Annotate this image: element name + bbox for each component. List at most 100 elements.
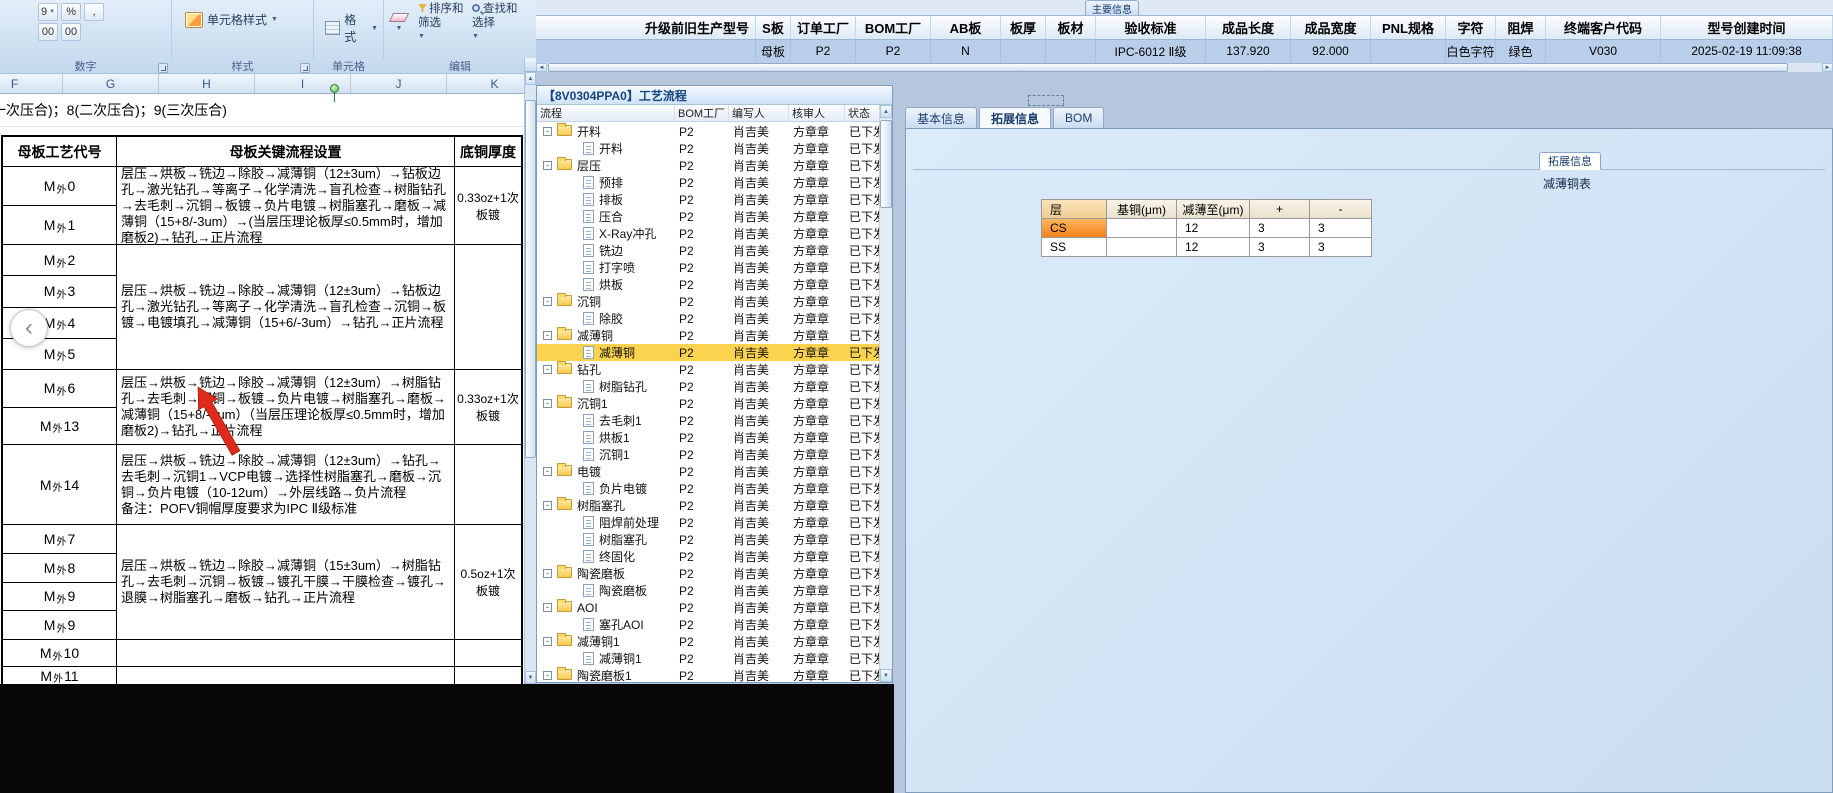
tree-row[interactable]: 阻焊前处理 P2 肖吉美 方章章 已下发 [537,514,879,531]
process-code-cell[interactable]: M外9 [3,611,116,639]
format-button[interactable]: 格式 ▼ [320,8,383,48]
thin-table-cell[interactable]: CS [1042,219,1107,238]
tree-row[interactable]: 烘板1 P2 肖吉美 方章章 已下发 [537,429,879,446]
process-code-cell[interactable]: M外6 [3,370,116,408]
excel-vertical-scrollbar[interactable]: ▲ ▼ [524,58,536,684]
tree-row[interactable]: 树脂塞孔 P2 肖吉美 方章章 已下发 [537,531,879,548]
percent-style-button[interactable]: % [61,3,82,21]
tree-row[interactable]: 预排 P2 肖吉美 方章章 已下发 [537,174,879,191]
shape-rotation-handle[interactable] [330,84,339,93]
thin-table-cell[interactable]: 3 [1310,219,1372,238]
scroll-up-icon[interactable]: ▲ [525,72,536,85]
hscrollbar-thumb[interactable] [548,63,1788,72]
thin-table-cell[interactable]: 12 [1177,219,1250,238]
tree-row[interactable]: 压合 P2 肖吉美 方章章 已下发 [537,208,879,225]
tab-main-info[interactable]: 主要信息 [1085,0,1139,16]
process-code-cell[interactable]: M 外 14 [3,445,116,524]
tree-row[interactable]: 树脂钻孔 P2 肖吉美 方章章 已下发 [537,378,879,395]
process-code-cell[interactable]: M外8 [3,554,116,583]
process-flow-cell[interactable] [117,640,455,666]
tab-拓展信息[interactable]: 拓展信息 [979,107,1052,128]
copper-thickness-cell[interactable] [455,640,521,666]
thin-table-cell[interactable]: SS [1042,238,1107,257]
find-select-button[interactable]: 查找和选择 ▼ [470,2,518,44]
tree-row[interactable]: 沉铜1 P2 肖吉美 方章章 已下发 [537,446,879,463]
excel-column-header-K[interactable]: K [447,74,524,93]
excel-column-header-H[interactable]: H [159,74,255,93]
collapse-icon[interactable]: - [543,331,552,340]
tree-row[interactable]: 陶瓷磨板 P2 肖吉美 方章章 已下发 [537,582,879,599]
excel-column-header-F[interactable]: F [0,74,63,93]
tree-row[interactable]: - 沉铜 P2 肖吉美 方章章 已下发 [537,293,879,310]
tree-row[interactable]: 去毛刺1 P2 肖吉美 方章章 已下发 [537,412,879,429]
tree-row[interactable]: - 沉铜1 P2 肖吉美 方章章 已下发 [537,395,879,412]
copper-thickness-cell[interactable] [455,445,521,524]
main-info-hscrollbar[interactable]: ◄ ► [536,62,1833,72]
scroll-down-icon[interactable]: ▼ [880,669,892,682]
tab-基本信息[interactable]: 基本信息 [905,107,978,128]
tree-row[interactable]: 减薄铜1 P2 肖吉美 方章章 已下发 [537,650,879,667]
process-code-cell[interactable]: M外9 [3,583,116,612]
tree-row[interactable]: - 陶瓷磨板 P2 肖吉美 方章章 已下发 [537,565,879,582]
red-arrow-annotation[interactable] [186,383,246,463]
clear-button[interactable]: ▼ [386,3,412,41]
tree-row[interactable]: 铣边 P2 肖吉美 方章章 已下发 [537,242,879,259]
process-code-cell[interactable]: M外3 [3,276,116,308]
collapse-icon[interactable]: - [543,365,552,374]
collapse-icon[interactable]: - [543,671,552,680]
excel-cell-text[interactable]: 一次压合)；8(二次压合)；9(三次压合) [0,94,536,127]
tree-row[interactable]: - 减薄铜 P2 肖吉美 方章章 已下发 [537,327,879,344]
thin-table-cell[interactable]: 3 [1310,238,1372,257]
process-code-cell[interactable]: M 外 10 [3,640,116,666]
collapse-icon[interactable]: - [543,127,552,136]
process-flow-cell[interactable] [117,667,455,684]
excel-scrollbar-thumb[interactable] [525,100,536,458]
collapse-icon[interactable]: - [543,501,552,510]
tree-row[interactable]: X-Ray冲孔 P2 肖吉美 方章章 已下发 [537,225,879,242]
split-handle[interactable] [525,58,536,72]
process-flow-cell[interactable]: 层压→烘板→铣边→除胶→减薄铜（12±3um）→树脂钻孔→去毛刺→沉铜→板镀→负… [117,370,455,444]
tree-row[interactable]: 除胶 P2 肖吉美 方章章 已下发 [537,310,879,327]
tree-row[interactable]: 烘板 P2 肖吉美 方章章 已下发 [537,276,879,293]
collapse-icon[interactable]: - [543,297,552,306]
thin-table-cell[interactable]: 12 [1177,238,1250,257]
tree-row[interactable]: - AOI P2 肖吉美 方章章 已下发 [537,599,879,616]
process-code-cell[interactable]: M外1 [3,206,116,244]
scroll-right-icon[interactable]: ► [1822,63,1833,72]
process-flow-cell[interactable]: 层压→烘板→铣边→除胶→减薄铜（12±3um）→钻板边孔→激光钻孔→等离子→化学… [117,245,455,369]
collapse-icon[interactable]: - [543,603,552,612]
thin-table-cell[interactable]: 3 [1250,219,1310,238]
tree-row[interactable]: - 树脂塞孔 P2 肖吉美 方章章 已下发 [537,497,879,514]
copper-thickness-cell[interactable] [455,245,521,369]
tree-vertical-scrollbar[interactable]: ▲ ▼ [879,105,892,682]
dialog-launcher-icon[interactable] [158,63,168,73]
scroll-up-icon[interactable]: ▲ [880,105,892,118]
tree-row[interactable]: - 减薄铜1 P2 肖吉美 方章章 已下发 [537,633,879,650]
process-flow-cell[interactable]: 层压→烘板→铣边→除胶→减薄铜（12±3um）→钻板边孔→激光钻孔→等离子→化学… [117,166,455,245]
collapse-icon[interactable]: - [543,161,552,170]
collapse-icon[interactable]: - [543,569,552,578]
process-flow-cell[interactable]: 层压→烘板→铣边→除胶→减薄铜（15±3um）→树脂钻孔→去毛刺→沉铜→板镀→镀… [117,525,455,639]
collapse-icon[interactable]: - [543,399,552,408]
copper-thickness-cell[interactable]: 0.33oz+1次板镀 [455,167,521,244]
increase-decimal-button[interactable]: 00 [38,23,58,41]
tree-row[interactable]: - 陶瓷磨板1 P2 肖吉美 方章章 已下发 [537,667,879,682]
decrease-decimal-button[interactable]: 00 [61,23,81,41]
tree-row[interactable]: - 开料 P2 肖吉美 方章章 已下发 [537,123,879,140]
process-code-cell[interactable]: M 外 11 [3,667,116,685]
excel-column-header-G[interactable]: G [63,74,159,93]
collapse-icon[interactable]: - [543,637,552,646]
scroll-left-icon[interactable]: ◄ [536,63,547,72]
process-code-cell[interactable]: M外0 [3,167,116,206]
sort-filter-button[interactable]: 排序和筛选 ▼ [416,2,464,44]
tab-extended-info-inner[interactable]: 拓展信息 [1539,152,1601,170]
tab-BOM[interactable]: BOM [1053,107,1105,128]
process-code-cell[interactable]: M外2 [3,245,116,277]
excel-column-header-J[interactable]: J [351,74,447,93]
number-format-button[interactable]: 9 ▼ [38,3,59,21]
copper-thickness-cell[interactable]: 0.5oz+1次板镀 [455,525,521,639]
tree-row[interactable]: 负片电镀 P2 肖吉美 方章章 已下发 [537,480,879,497]
thin-table-cell[interactable]: 3 [1250,238,1310,257]
tree-scrollbar-thumb[interactable] [880,120,892,208]
scroll-down-icon[interactable]: ▼ [525,671,536,684]
